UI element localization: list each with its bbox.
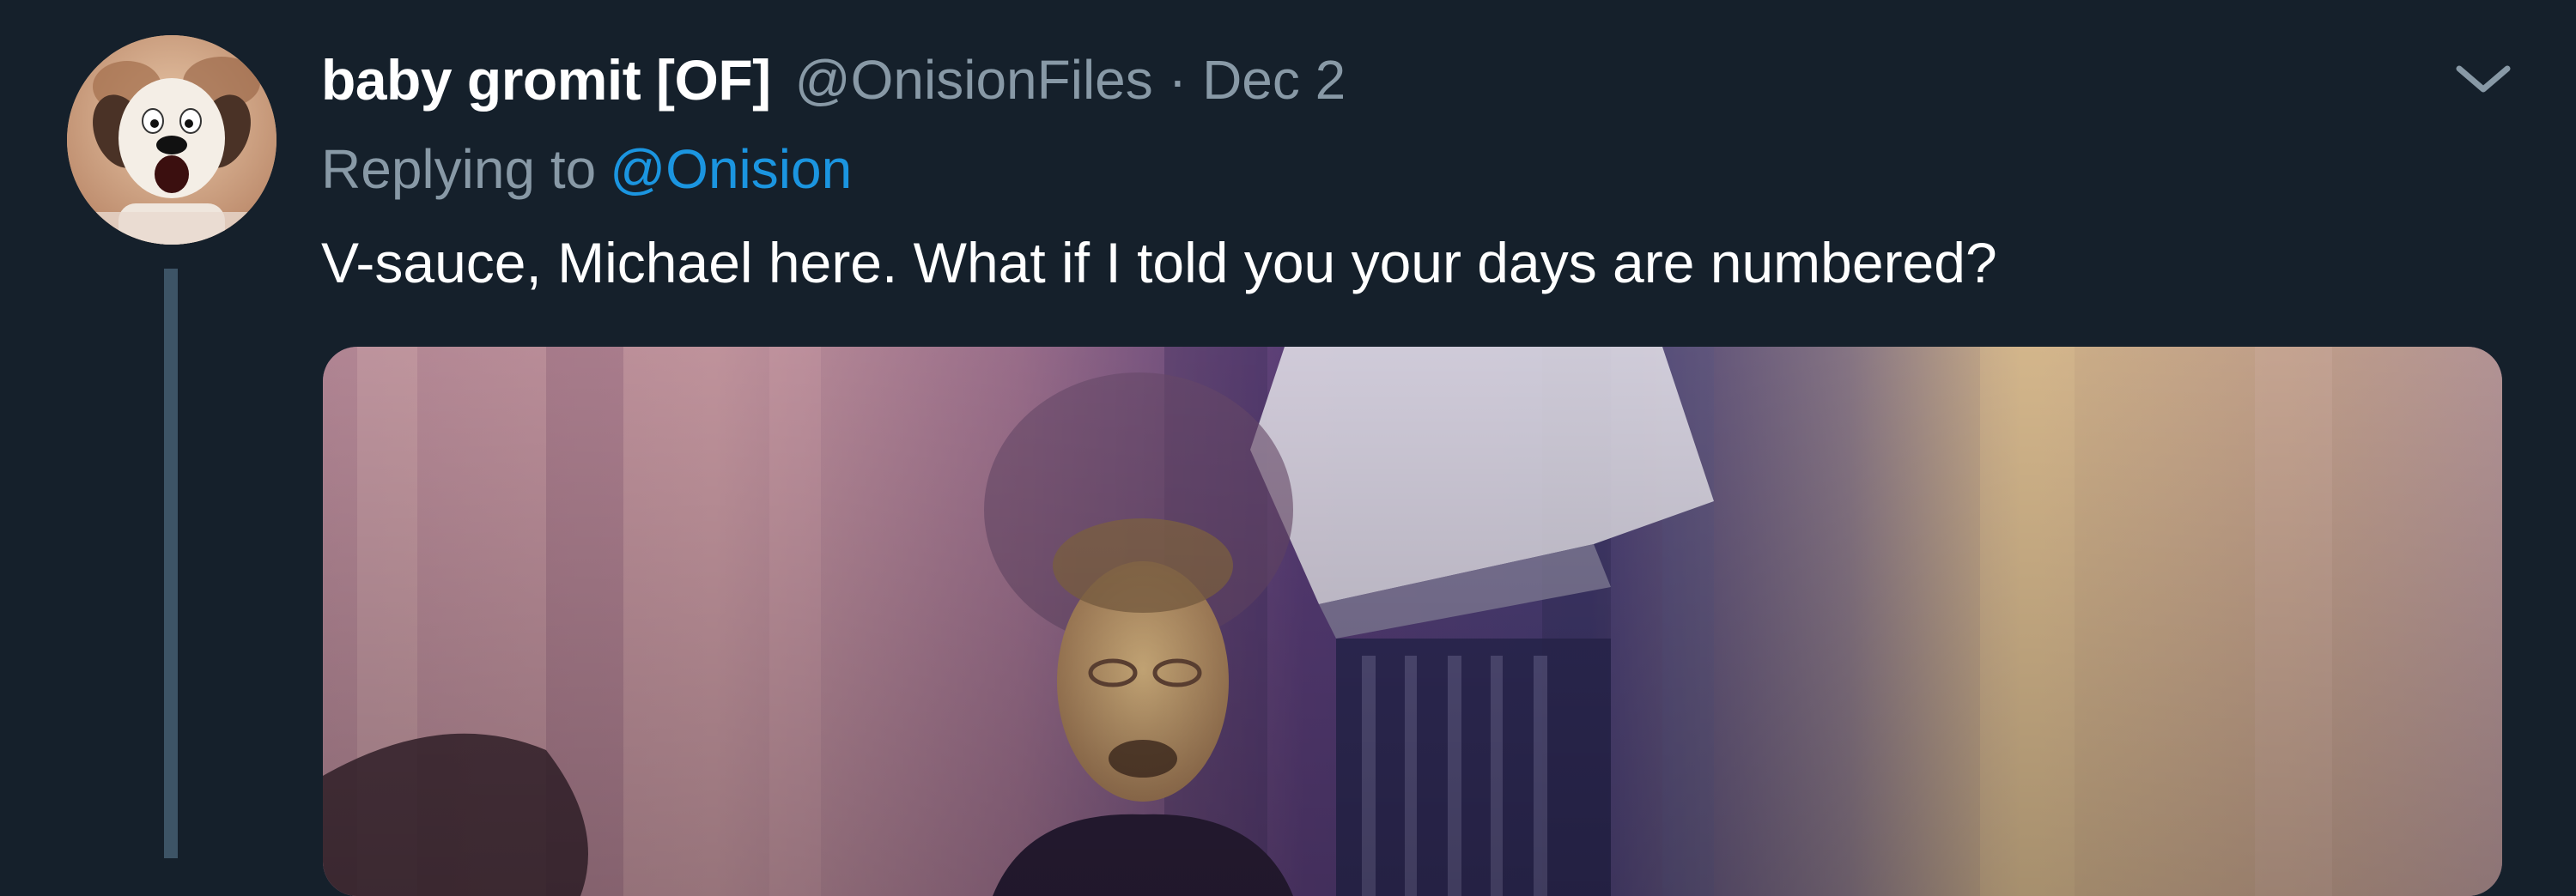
- chevron-down-icon[interactable]: [2449, 57, 2518, 100]
- separator-dot: ·: [1168, 49, 1188, 111]
- display-name[interactable]: baby gromit [OF]: [321, 47, 771, 112]
- user-handle[interactable]: @OnisionFiles: [795, 48, 1153, 112]
- tweet-media[interactable]: [323, 347, 2502, 896]
- avatar[interactable]: [67, 35, 276, 245]
- tweet[interactable]: baby gromit [OF] @OnisionFiles · Dec 2 R…: [0, 0, 2576, 896]
- tweet-date[interactable]: Dec 2: [1202, 48, 1346, 112]
- replying-to: Replying to @Onision: [321, 137, 852, 201]
- tweet-header: baby gromit [OF] @OnisionFiles · Dec 2: [321, 41, 1346, 118]
- mention-link[interactable]: @Onision: [610, 138, 852, 200]
- replying-prefix: Replying to: [321, 138, 597, 200]
- thread-line: [164, 269, 178, 858]
- tweet-text: V-sauce, Michael here. What if I told yo…: [321, 231, 1997, 294]
